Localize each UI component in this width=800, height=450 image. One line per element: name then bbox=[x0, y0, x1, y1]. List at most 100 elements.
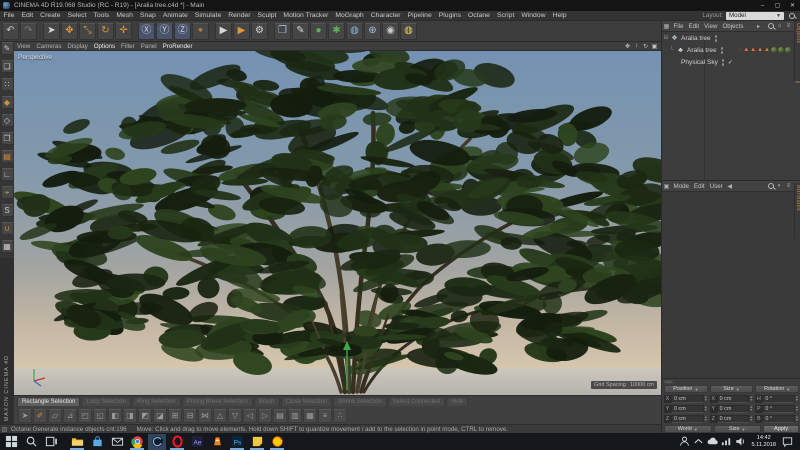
palette-tab-brush[interactable]: Brush bbox=[254, 397, 280, 406]
visibility-dots[interactable] bbox=[722, 58, 725, 66]
menu-script[interactable]: Script bbox=[493, 12, 517, 19]
menu-plugins[interactable]: Plugins bbox=[435, 12, 464, 19]
visibility-dots[interactable] bbox=[715, 34, 718, 42]
object-label[interactable]: Aralia tree bbox=[687, 47, 717, 54]
object-row[interactable]: └♣Aralia tree∴▲▲▲▲ bbox=[662, 44, 800, 56]
om-menu-edit[interactable]: Edit bbox=[686, 23, 702, 30]
last-used-tool-button[interactable]: ✛ bbox=[115, 23, 132, 40]
stepper-icon[interactable]: ▲▼ bbox=[749, 406, 753, 412]
select-arrow-button[interactable]: ➤ bbox=[18, 409, 32, 423]
palette-tab-select-connected[interactable]: Select Connected bbox=[388, 397, 445, 406]
matrix-extrude-tool-button[interactable]: ▤ bbox=[273, 409, 287, 423]
palette-tab-phong-break-selection[interactable]: Phong Break Selection bbox=[182, 397, 253, 406]
viewport-canvas[interactable]: Perspective Grid Spacing 10000 cm bbox=[14, 51, 661, 395]
sticky-notes-taskbar-button[interactable] bbox=[248, 434, 266, 450]
weld-tool-button[interactable]: ◪ bbox=[153, 409, 167, 423]
smooth-shift-tool-button[interactable]: ▥ bbox=[288, 409, 302, 423]
stepper-icon[interactable]: ▲▼ bbox=[704, 416, 708, 422]
am-menu-edit[interactable]: Edit bbox=[691, 183, 707, 190]
size-y-field[interactable]: 0 cm bbox=[717, 405, 750, 413]
am-menu-mode[interactable]: Mode bbox=[671, 183, 691, 190]
lock-y-axis-button[interactable]: Ⓨ bbox=[156, 23, 173, 40]
menu-window[interactable]: Window bbox=[518, 12, 549, 19]
render-settings-button[interactable]: ⚙ bbox=[251, 23, 268, 40]
people-tray-icon[interactable] bbox=[678, 435, 692, 449]
object-label[interactable]: Aralia tree bbox=[681, 35, 711, 42]
menu-help[interactable]: Help bbox=[549, 12, 570, 19]
object-row[interactable]: ⊟❖Aralia tree bbox=[662, 32, 800, 44]
photoshop-taskbar-button[interactable]: Ps bbox=[228, 434, 246, 450]
taskbar-clock[interactable]: 14:42 5.11.2018 bbox=[752, 435, 776, 448]
extrude-tool-button[interactable]: ◰ bbox=[78, 409, 92, 423]
objects-side-tab[interactable]: Objects bbox=[794, 21, 800, 81]
mail-taskbar-button[interactable] bbox=[108, 434, 126, 450]
viewport-menu-view[interactable]: View bbox=[14, 43, 33, 50]
start-taskbar-button[interactable] bbox=[2, 434, 20, 450]
store-taskbar-button[interactable] bbox=[88, 434, 106, 450]
enabled-check-icon[interactable]: ✓ bbox=[728, 59, 733, 66]
search-icon[interactable] bbox=[788, 12, 796, 20]
bridge-tool-button[interactable]: ⊿ bbox=[63, 409, 77, 423]
octane-tag-icon[interactable]: ▲ bbox=[764, 47, 770, 53]
minimize-button[interactable]: – bbox=[755, 0, 770, 11]
undo-button[interactable]: ↶ bbox=[2, 23, 19, 40]
add-subdivision-surface-button[interactable]: ● bbox=[310, 23, 327, 40]
stepper-icon[interactable]: ▲▼ bbox=[795, 396, 799, 402]
redo-button[interactable]: ↷ bbox=[20, 23, 37, 40]
position-header-combo[interactable]: Position▼ bbox=[664, 385, 708, 393]
panel-handle-icon[interactable] bbox=[664, 380, 673, 384]
search-icon[interactable] bbox=[767, 182, 775, 190]
filter-icon[interactable]: ≡ bbox=[784, 23, 793, 29]
menu-snap[interactable]: Snap bbox=[136, 12, 159, 19]
history-icon[interactable]: ◐ bbox=[775, 183, 784, 189]
coordinate-space-combo[interactable]: World▼ bbox=[664, 425, 712, 433]
octane-tag-icon[interactable]: ▲ bbox=[743, 47, 749, 53]
home-icon[interactable]: ⌂ bbox=[775, 23, 784, 29]
menu-mesh[interactable]: Mesh bbox=[113, 12, 137, 19]
menu-select[interactable]: Select bbox=[64, 12, 90, 19]
chevron-up-tray-icon[interactable] bbox=[692, 435, 706, 449]
material-tag-icon[interactable] bbox=[778, 47, 784, 53]
om-menu-objects[interactable]: Objects bbox=[720, 23, 746, 30]
make-editable-button[interactable]: ❏ bbox=[1, 60, 14, 73]
size-header-combo[interactable]: Size▼ bbox=[710, 385, 754, 393]
octane-dots-tag-icon[interactable]: ∴ bbox=[739, 48, 742, 53]
firefox-taskbar-button[interactable] bbox=[268, 434, 286, 450]
material-tag-icon[interactable] bbox=[785, 47, 791, 53]
maximize-button[interactable]: ▢ bbox=[770, 0, 785, 11]
menu-animate[interactable]: Animate bbox=[159, 12, 191, 19]
menu-create[interactable]: Create bbox=[37, 12, 64, 19]
melt-tool-button[interactable]: ▽ bbox=[228, 409, 242, 423]
expand-arrow-icon[interactable]: ▸ bbox=[754, 23, 763, 30]
coordinate-system-button[interactable]: ⌖ bbox=[192, 23, 209, 40]
add-cube-object-button[interactable]: ❐ bbox=[274, 23, 291, 40]
viewport-menu-options[interactable]: Options bbox=[91, 43, 118, 50]
add-metaball-button[interactable]: ◍ bbox=[346, 23, 363, 40]
task-view-taskbar-button[interactable] bbox=[42, 434, 60, 450]
panel-menu-icon[interactable]: ≡ bbox=[784, 183, 793, 189]
texture-mode-button[interactable]: ▤ bbox=[1, 150, 14, 163]
back-arrow-icon[interactable]: ◀ bbox=[725, 183, 734, 190]
search-taskbar-button[interactable] bbox=[22, 434, 40, 450]
octane-tag-icon[interactable]: ▲ bbox=[757, 47, 763, 53]
panel-grid-icon[interactable]: ▦ bbox=[662, 23, 671, 30]
array-tool-button[interactable]: ▦ bbox=[303, 409, 317, 423]
add-camera-button[interactable]: ◉ bbox=[382, 23, 399, 40]
workplane-mode-button[interactable]: ∟ bbox=[1, 168, 14, 181]
search-icon[interactable] bbox=[767, 22, 775, 30]
volume-tray-icon[interactable] bbox=[734, 435, 748, 449]
magnet-tool-button[interactable]: ∴ bbox=[333, 409, 347, 423]
om-menu-view[interactable]: View bbox=[702, 23, 720, 30]
rotation-b-field[interactable]: 0 ° bbox=[762, 415, 795, 423]
menu-motion-tracker[interactable]: Motion Tracker bbox=[280, 12, 332, 19]
workplane-grid-button[interactable]: ▦ bbox=[1, 240, 14, 253]
edge-cut-tool-button[interactable]: ◨ bbox=[123, 409, 137, 423]
palette-tab-ring-selection[interactable]: Ring Selection bbox=[132, 397, 181, 406]
stepper-icon[interactable]: ▲▼ bbox=[795, 416, 799, 422]
polygons-mode-button[interactable]: ◆ bbox=[1, 96, 14, 109]
object-label[interactable]: Physical Sky bbox=[681, 59, 718, 66]
object-manager-body[interactable]: ⊟❖Aralia tree└♣Aralia tree∴▲▲▲▲Physical … bbox=[662, 32, 800, 180]
menu-tools[interactable]: Tools bbox=[90, 12, 113, 19]
palette-tab-hide[interactable]: Hide bbox=[446, 397, 468, 406]
create-point-tool-button[interactable]: △ bbox=[213, 409, 227, 423]
